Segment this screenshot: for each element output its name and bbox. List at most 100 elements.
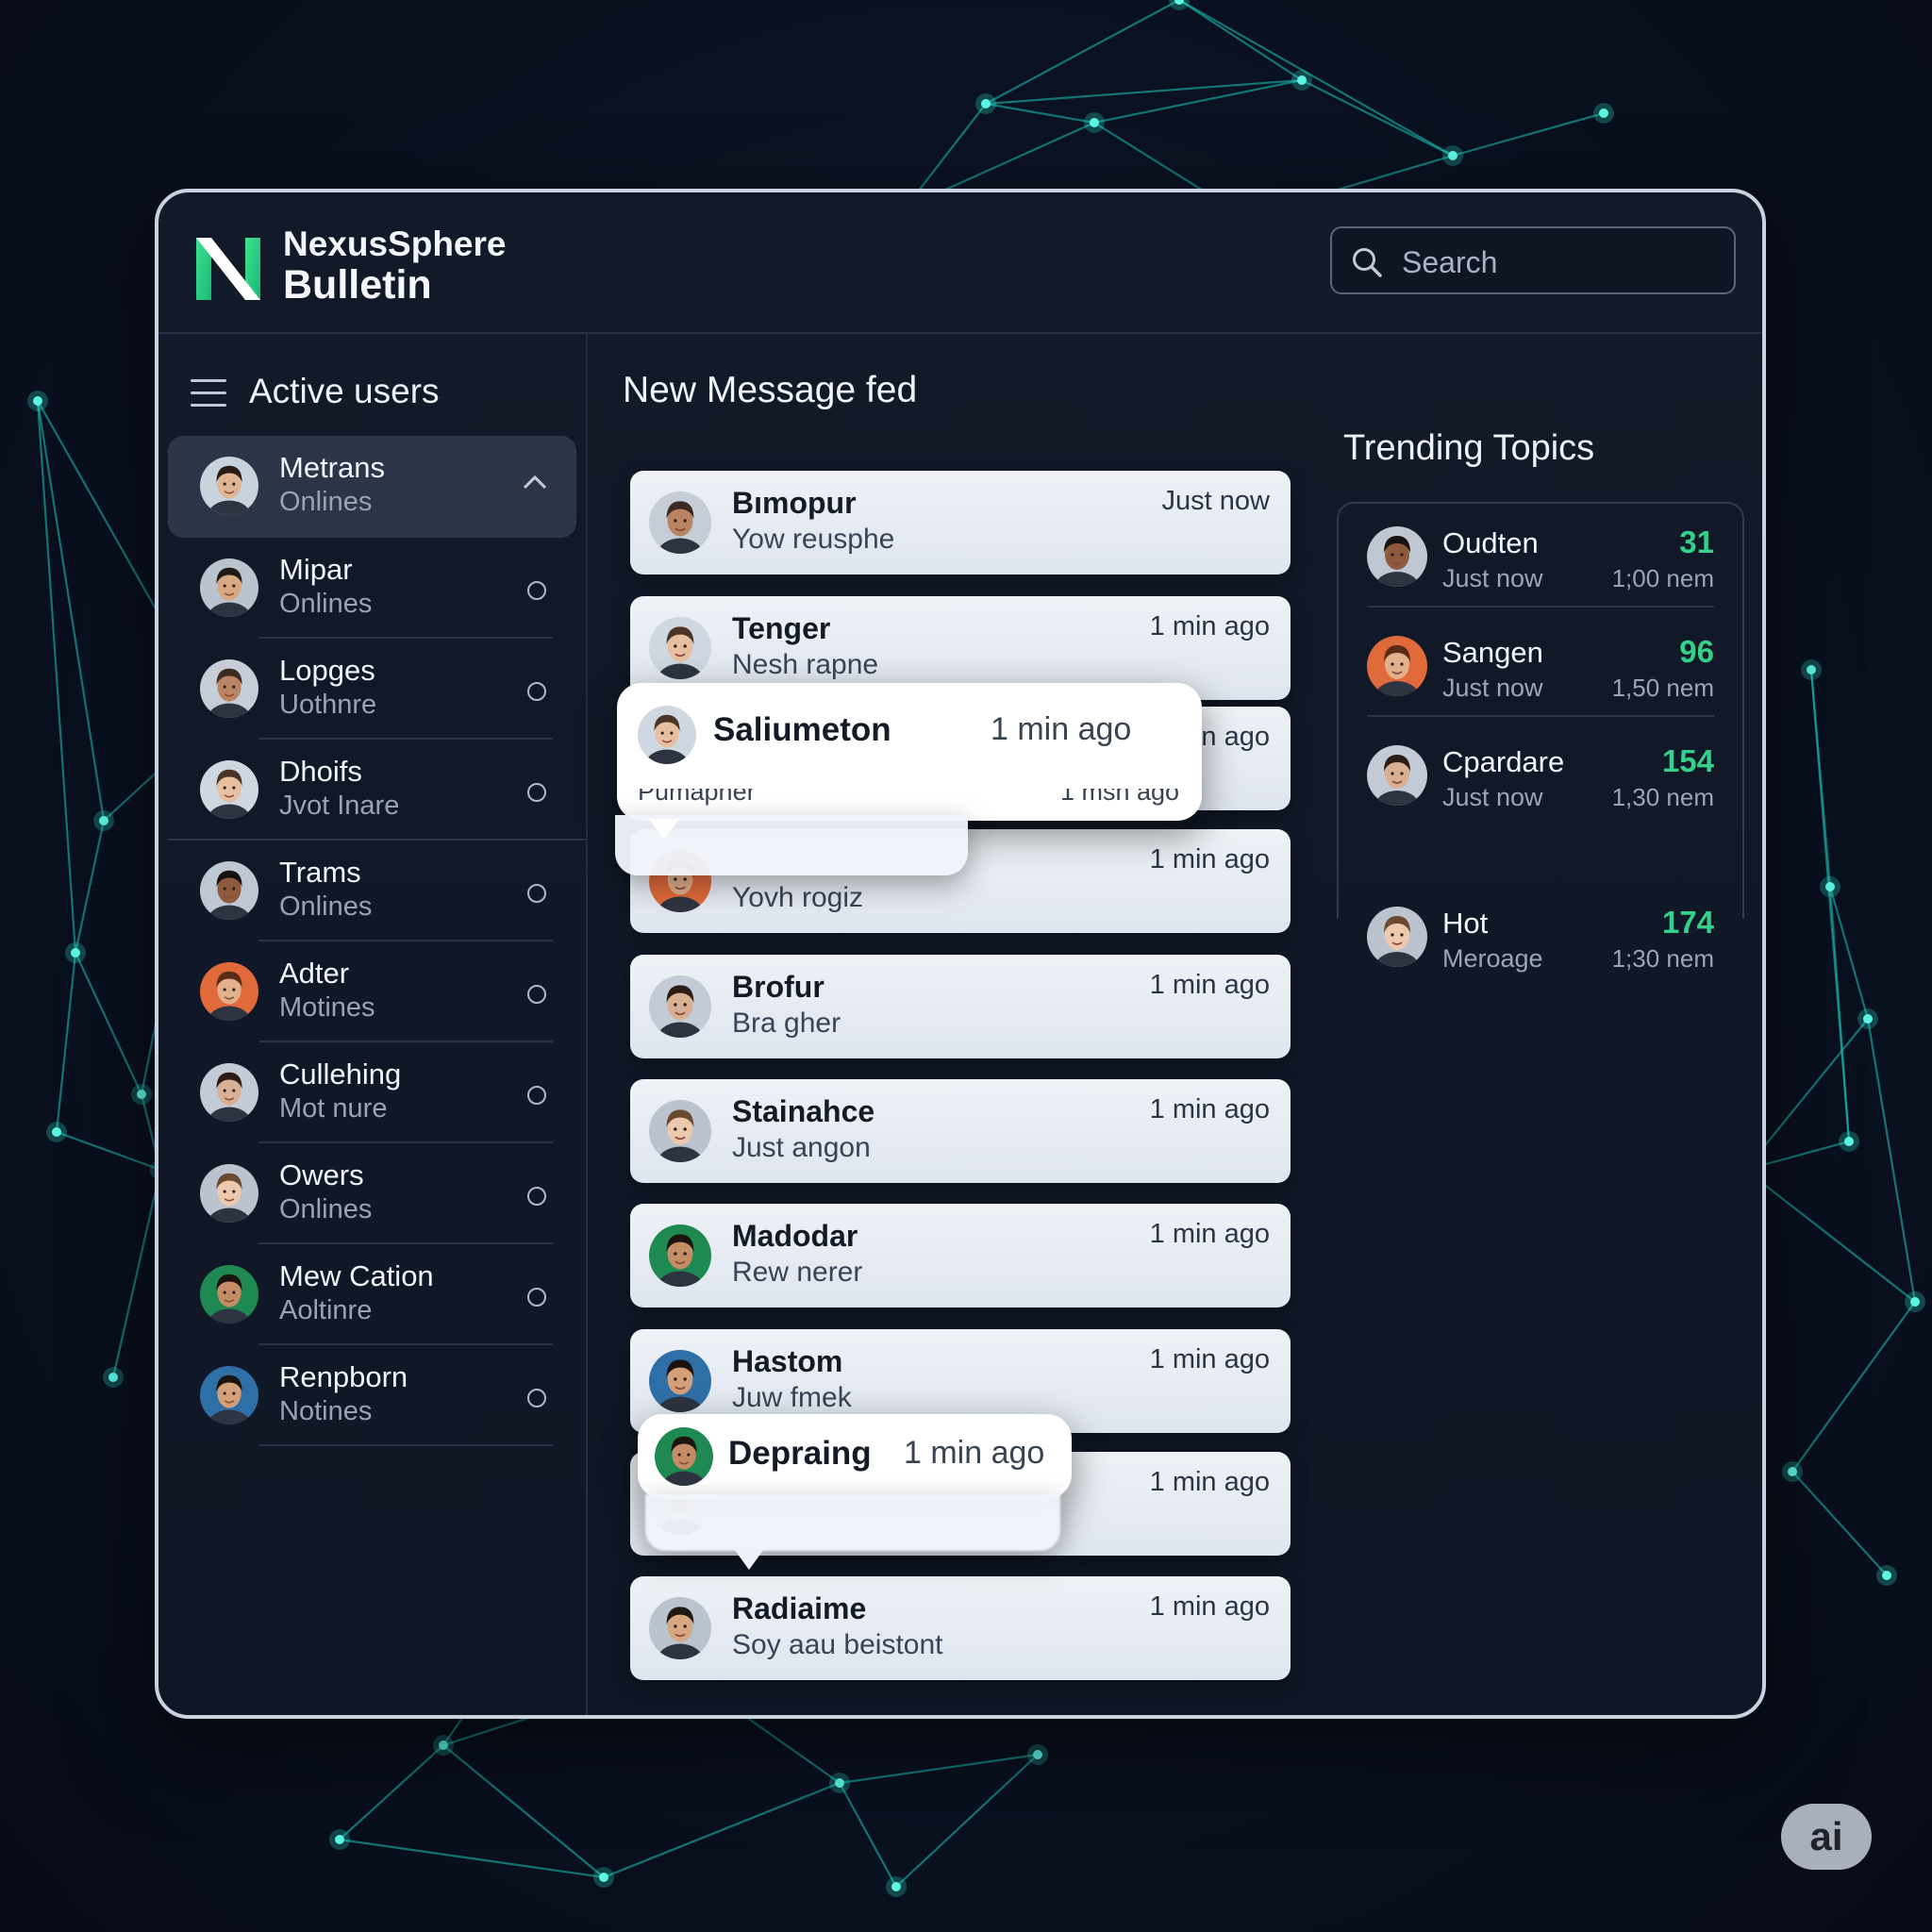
trending-item[interactable]: Sangen Just now 96 1,50 nem: [1339, 613, 1742, 717]
radio-circle-icon[interactable]: [527, 1389, 546, 1407]
radio-circle-icon[interactable]: [527, 1187, 546, 1206]
trending-subtext: Just now: [1442, 674, 1543, 702]
user-avatar: [200, 760, 258, 819]
user-status: Jvot Inare: [279, 791, 400, 821]
trending-count: 96: [1679, 634, 1714, 669]
message-text: Rew nerer: [732, 1257, 863, 1288]
trending-avatar: [1367, 907, 1427, 967]
user-status: Onlines: [279, 891, 373, 922]
radio-circle-icon[interactable]: [527, 581, 546, 600]
user-status: Mot nure: [279, 1093, 388, 1124]
user-avatar: [200, 1063, 258, 1122]
radio-circle-icon[interactable]: [527, 1288, 546, 1307]
trending-note: 1,50 nem: [1611, 674, 1714, 702]
sidebar-item-user[interactable]: Cullehing Mot nure: [168, 1042, 576, 1143]
message-time: 1 min ago: [1149, 844, 1270, 874]
user-name: Renpborn: [279, 1360, 408, 1393]
popup-tail: [649, 819, 679, 840]
brand-name: NexusSphere: [283, 225, 507, 263]
message-avatar: [649, 617, 711, 679]
sidebar-item-user[interactable]: Mew Cation Aoltinre: [168, 1244, 576, 1345]
popup-tail: [734, 1549, 764, 1570]
message-sender: Stainahce: [732, 1094, 875, 1128]
message-time: 1 min ago: [1149, 1094, 1270, 1124]
user-status: Uothnre: [279, 690, 377, 720]
app-header: NexusSphere Bulletin Search: [158, 192, 1762, 334]
message-popup-saliumeton[interactable]: Saliumeton 1 min ago Pumapher 1 msh ago: [617, 683, 1202, 821]
user-avatar: [200, 1164, 258, 1223]
trending-item[interactable]: Cpardare Just now 154 1,30 nem: [1339, 723, 1742, 826]
search-input[interactable]: Search: [1330, 226, 1736, 294]
message-card[interactable]: Stainahce Just angon 1 min ago: [630, 1079, 1291, 1183]
sidebar-item-user[interactable]: Trams Onlines: [168, 841, 576, 941]
user-name: Lopges: [279, 654, 375, 687]
popup-sender: Depraing: [728, 1435, 872, 1472]
trending-name: Cpardare: [1442, 745, 1565, 778]
message-text: Bra gher: [732, 1008, 841, 1039]
message-card[interactable]: Madodar Rew nerer 1 min ago: [630, 1204, 1291, 1307]
row-divider: [258, 1444, 553, 1446]
sidebar-item-user[interactable]: Metrans Onlines: [168, 436, 576, 538]
user-name: Dhoifs: [279, 755, 362, 788]
trending-item[interactable]: Oudten Just now 31 1;00 nem: [1339, 504, 1742, 608]
trending-avatar: [1367, 636, 1427, 696]
user-name: Metrans: [279, 451, 385, 484]
sidebar-title: Active users: [249, 372, 440, 410]
radio-circle-icon[interactable]: [527, 682, 546, 701]
radio-circle-icon[interactable]: [527, 783, 546, 802]
message-time: Just now: [1161, 486, 1270, 516]
message-card[interactable]: Radiaime Soy aau beistont 1 min ago: [630, 1576, 1291, 1680]
message-text: Juw fmek: [732, 1382, 852, 1413]
trending-panel: Oudten Just now 31 1;00 nem Sangen Just now 96…: [1337, 502, 1744, 973]
popup-time: 1 min ago: [904, 1435, 1045, 1471]
user-avatar: [200, 1366, 258, 1424]
message-avatar: [649, 1350, 711, 1412]
message-sender: Brofur: [732, 970, 824, 1004]
trending-subtext: Just now: [1442, 783, 1543, 811]
message-time: 1 min ago: [1149, 1344, 1270, 1374]
message-time: 1 min ago: [1149, 1591, 1270, 1622]
radio-circle-icon[interactable]: [527, 1086, 546, 1105]
user-avatar: [200, 962, 258, 1021]
row-divider: [1367, 715, 1714, 717]
trending-subtext: Meroage: [1442, 944, 1543, 973]
hamburger-menu-icon[interactable]: [191, 379, 226, 408]
trending-item[interactable]: Hot Meroage 174 1;30 nem: [1339, 884, 1742, 988]
trending-name: Sangen: [1442, 636, 1543, 669]
user-avatar: [200, 659, 258, 718]
user-avatar: [200, 558, 258, 617]
sidebar-item-user[interactable]: Lopges Uothnre: [168, 639, 576, 740]
radio-circle-icon[interactable]: [527, 985, 546, 1004]
trending-name: Hot: [1442, 907, 1489, 940]
user-name: Trams: [279, 856, 361, 889]
popup-avatar: [655, 1427, 713, 1486]
message-card[interactable]: Bımopur Yow reusphe Just now: [630, 471, 1291, 575]
popup-subtime: 1 msh ago: [1060, 777, 1180, 806]
app-window: NexusSphere Bulletin Search Active users…: [155, 189, 1766, 1719]
sidebar-item-user[interactable]: Owers Onlines: [168, 1143, 576, 1244]
user-avatar: [200, 861, 258, 920]
sidebar-item-user[interactable]: Adter Motines: [168, 941, 576, 1042]
radio-circle-icon[interactable]: [527, 884, 546, 903]
active-users-sidebar: Active users Metrans Onlines Mipar Onlines L…: [158, 334, 588, 1715]
sidebar-item-user[interactable]: Mipar Onlines: [168, 538, 576, 639]
user-status: Onlines: [279, 589, 373, 619]
message-sender: Radiaime: [732, 1591, 867, 1625]
trending-name: Oudten: [1442, 526, 1539, 559]
message-avatar: [649, 1100, 711, 1162]
trending-avatar: [1367, 526, 1427, 587]
search-placeholder: Search: [1402, 245, 1498, 279]
sidebar-item-user[interactable]: Renpborn Notines: [168, 1345, 576, 1446]
message-card[interactable]: Brofur Bra gher 1 min ago: [630, 955, 1291, 1058]
message-sender: Hastom: [732, 1344, 843, 1378]
sidebar-item-user[interactable]: Dhoifs Jvot Inare: [168, 740, 586, 841]
trending-subtext: Just now: [1442, 564, 1543, 592]
popup-avatar: [638, 706, 696, 764]
message-sender: Bımopur: [732, 486, 857, 520]
message-popup-depraing[interactable]: Depraing 1 min ago: [638, 1414, 1072, 1499]
feed-title: New Message fed: [623, 370, 918, 410]
row-divider: [1367, 606, 1714, 608]
trending-count: 31: [1679, 525, 1714, 559]
message-time: 1 min ago: [1149, 1219, 1270, 1249]
chevron-up-icon[interactable]: [522, 474, 548, 491]
